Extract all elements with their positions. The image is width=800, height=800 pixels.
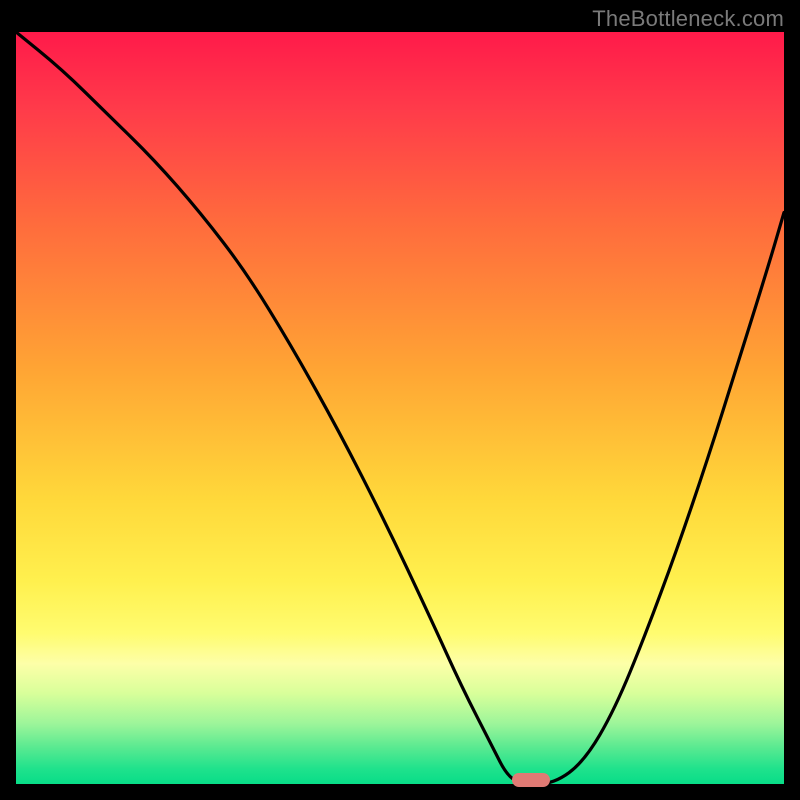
bottleneck-curve	[16, 32, 784, 784]
optimal-marker	[512, 773, 550, 787]
watermark-text: TheBottleneck.com	[592, 6, 784, 32]
chart-frame	[16, 32, 784, 784]
